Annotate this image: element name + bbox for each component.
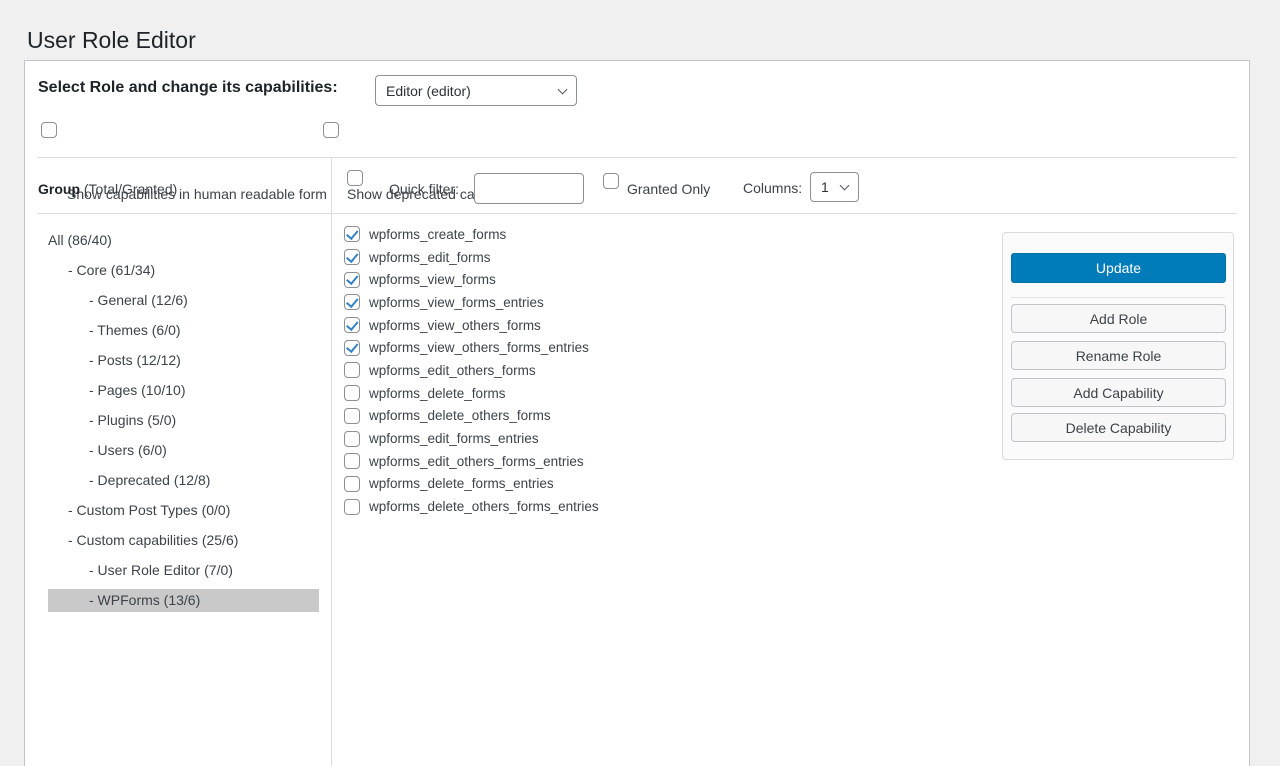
capability-row: wpforms_edit_forms_entries bbox=[344, 427, 599, 450]
group-tree-item[interactable]: - Posts (12/12) bbox=[48, 349, 319, 372]
human-readable-checkbox[interactable] bbox=[41, 122, 57, 138]
capability-row: wpforms_view_forms bbox=[344, 268, 599, 291]
group-tree-item[interactable]: - WPForms (13/6) bbox=[48, 589, 319, 612]
capability-row: wpforms_view_others_forms bbox=[344, 314, 599, 337]
group-label: - Plugins (5/0) bbox=[89, 412, 176, 428]
add-role-button[interactable]: Add Role bbox=[1011, 304, 1226, 333]
capability-checkbox[interactable] bbox=[344, 294, 360, 310]
group-tree-item[interactable]: - Plugins (5/0) bbox=[48, 409, 319, 432]
chevron-down-icon bbox=[558, 84, 568, 94]
capability-checkbox[interactable] bbox=[344, 340, 360, 356]
capability-label: wpforms_edit_forms bbox=[369, 249, 491, 266]
capability-checkbox[interactable] bbox=[344, 226, 360, 242]
capability-checkbox[interactable] bbox=[344, 499, 360, 515]
capability-label: wpforms_view_forms bbox=[369, 271, 496, 288]
capability-row: wpforms_delete_others_forms_entries bbox=[344, 495, 599, 518]
granted-only-checkbox[interactable] bbox=[603, 173, 619, 189]
update-button[interactable]: Update bbox=[1011, 253, 1226, 283]
capability-label: wpforms_delete_forms_entries bbox=[369, 475, 554, 492]
chevron-down-icon bbox=[840, 181, 850, 191]
columns-label: Columns: bbox=[743, 180, 802, 197]
group-tree-item[interactable]: - Users (6/0) bbox=[48, 439, 319, 462]
group-label: - Custom capabilities (25/6) bbox=[68, 532, 238, 548]
capability-row: wpforms_delete_others_forms bbox=[344, 405, 599, 428]
show-deprecated-checkbox[interactable] bbox=[323, 122, 339, 138]
group-label: - Core (61/34) bbox=[68, 262, 155, 278]
group-label: - Pages (10/10) bbox=[89, 382, 186, 398]
group-header: Group (Total/Granted) bbox=[38, 181, 177, 197]
add-capability-button[interactable]: Add Capability bbox=[1011, 378, 1226, 407]
columns-select[interactable]: 1 bbox=[810, 172, 859, 202]
capability-row: wpforms_create_forms bbox=[344, 223, 599, 246]
group-tree-item[interactable]: - Pages (10/10) bbox=[48, 379, 319, 402]
group-label: - WPForms (13/6) bbox=[89, 592, 200, 608]
group-tree-item[interactable]: - Themes (6/0) bbox=[48, 319, 319, 342]
role-select-value: Editor (editor) bbox=[386, 83, 471, 99]
capability-checkbox[interactable] bbox=[344, 317, 360, 333]
group-label: All (86/40) bbox=[48, 232, 112, 248]
user-role-editor-panel: Select Role and change its capabilities:… bbox=[24, 60, 1250, 766]
rename-role-button[interactable]: Rename Role bbox=[1011, 341, 1226, 370]
group-label: - Custom Post Types (0/0) bbox=[68, 502, 230, 518]
capability-row: wpforms_view_forms_entries bbox=[344, 291, 599, 314]
capabilities-list: wpforms_create_forms wpforms_edit_forms … bbox=[344, 223, 599, 518]
groups-tree: All (86/40) - Core (61/34) - General (12… bbox=[48, 229, 319, 619]
capability-row: wpforms_edit_forms bbox=[344, 246, 599, 269]
group-label: - Posts (12/12) bbox=[89, 352, 181, 368]
capability-checkbox[interactable] bbox=[344, 362, 360, 378]
group-label: - Users (6/0) bbox=[89, 442, 167, 458]
group-tree-item[interactable]: - User Role Editor (7/0) bbox=[48, 559, 319, 582]
group-label: - Themes (6/0) bbox=[89, 322, 181, 338]
divider bbox=[1011, 297, 1225, 298]
select-all-checkbox[interactable] bbox=[347, 170, 363, 186]
divider bbox=[331, 157, 332, 766]
capability-checkbox[interactable] bbox=[344, 408, 360, 424]
group-tree-item[interactable]: - General (12/6) bbox=[48, 289, 319, 312]
capability-label: wpforms_edit_forms_entries bbox=[369, 430, 539, 447]
columns-select-value: 1 bbox=[821, 179, 829, 195]
quick-filter-input[interactable] bbox=[474, 173, 584, 204]
select-role-label: Select Role and change its capabilities: bbox=[38, 79, 338, 97]
divider bbox=[37, 157, 1237, 158]
role-select[interactable]: Editor (editor) bbox=[375, 75, 577, 106]
quick-filter-label: Quick filter: bbox=[389, 181, 459, 198]
capability-label: wpforms_delete_others_forms_entries bbox=[369, 498, 599, 515]
delete-capability-button[interactable]: Delete Capability bbox=[1011, 413, 1226, 442]
capability-checkbox[interactable] bbox=[344, 385, 360, 401]
group-tree-item[interactable]: - Deprecated (12/8) bbox=[48, 469, 319, 492]
capability-label: wpforms_edit_others_forms_entries bbox=[369, 453, 584, 470]
capability-label: wpforms_view_forms_entries bbox=[369, 294, 544, 311]
capability-label: wpforms_delete_forms bbox=[369, 385, 506, 402]
capability-label: wpforms_view_others_forms_entries bbox=[369, 339, 589, 356]
divider bbox=[37, 213, 1237, 214]
capability-row: wpforms_view_others_forms_entries bbox=[344, 336, 599, 359]
group-label: - General (12/6) bbox=[89, 292, 188, 308]
actions-panel: Update Add Role Rename Role Add Capabili… bbox=[1002, 232, 1234, 460]
capability-label: wpforms_edit_others_forms bbox=[369, 362, 536, 379]
capability-checkbox[interactable] bbox=[344, 249, 360, 265]
capability-checkbox[interactable] bbox=[344, 431, 360, 447]
capability-label: wpforms_delete_others_forms bbox=[369, 407, 551, 424]
capability-label: wpforms_view_others_forms bbox=[369, 317, 541, 334]
capability-row: wpforms_edit_others_forms bbox=[344, 359, 599, 382]
group-tree-item[interactable]: - Custom capabilities (25/6) bbox=[48, 529, 319, 552]
group-tree-item[interactable]: All (86/40) bbox=[48, 229, 319, 252]
page-title: User Role Editor bbox=[27, 26, 196, 56]
group-label: - User Role Editor (7/0) bbox=[89, 562, 233, 578]
group-label: - Deprecated (12/8) bbox=[89, 472, 210, 488]
group-tree-item[interactable]: - Custom Post Types (0/0) bbox=[48, 499, 319, 522]
capability-row: wpforms_edit_others_forms_entries bbox=[344, 450, 599, 473]
capability-label: wpforms_create_forms bbox=[369, 226, 506, 243]
capability-checkbox[interactable] bbox=[344, 453, 360, 469]
capability-row: wpforms_delete_forms_entries bbox=[344, 473, 599, 496]
capability-checkbox[interactable] bbox=[344, 476, 360, 492]
granted-only-label: Granted Only bbox=[627, 181, 710, 198]
group-tree-item[interactable]: - Core (61/34) bbox=[48, 259, 319, 282]
capability-row: wpforms_delete_forms bbox=[344, 382, 599, 405]
capability-checkbox[interactable] bbox=[344, 272, 360, 288]
